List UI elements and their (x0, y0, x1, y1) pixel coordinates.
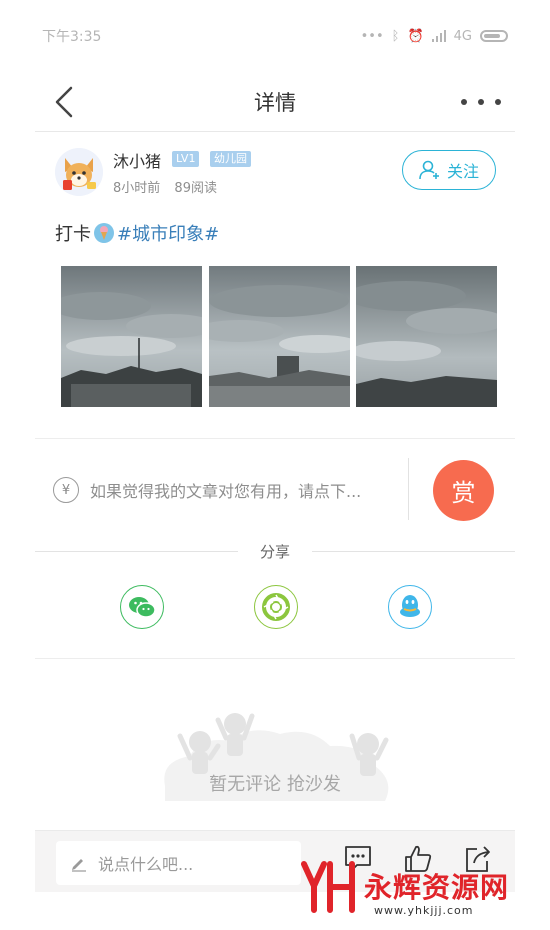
comment-input[interactable]: 说点什么吧... (56, 841, 301, 885)
city-sky-image (356, 266, 497, 407)
alarm-icon: ⏰ (407, 28, 424, 44)
status-icons: ••• ᛒ ⏰ 4G (361, 29, 508, 44)
watermark-logo-icon (301, 861, 355, 913)
post-time: 8小时前 (113, 181, 161, 196)
level-badge: LV1 (172, 151, 200, 167)
watermark: 永辉资源网 www.yhkjjj.com (300, 858, 530, 918)
watermark-url: www.yhkjjj.com (374, 904, 474, 917)
dots-icon: ••• (360, 28, 384, 44)
post-photo[interactable] (356, 266, 497, 407)
follow-button[interactable]: 关注 (402, 150, 496, 190)
share-label: 分享 (260, 542, 291, 561)
yen-icon: ¥ (53, 477, 79, 503)
section-divider (35, 658, 515, 659)
topic-hashtag[interactable]: #城市印象# (117, 220, 219, 246)
author-row: 沐小猪 LV1 幼儿园 8小时前 89阅读 关注 (55, 146, 500, 202)
signal-icon (431, 30, 446, 42)
reward-separator (408, 458, 409, 520)
icecream-emoji-icon (94, 223, 114, 243)
post-meta: 8小时前 89阅读 (113, 177, 217, 196)
status-time: 下午3:35 (42, 29, 102, 45)
share-header: 分享 (35, 538, 516, 564)
share-line-right (312, 550, 516, 552)
post-photo[interactable] (61, 266, 202, 407)
read-count: 89阅读 (174, 181, 217, 196)
post-text-prefix: 打卡 (55, 224, 91, 245)
reward-button[interactable]: 赏 (433, 460, 494, 521)
battery-icon (480, 30, 508, 42)
empty-comments: 暂无评论 抢沙发 (160, 706, 390, 816)
dog-avatar-icon (55, 148, 103, 196)
post-content: 打卡 #城市印象# (55, 220, 219, 246)
wechat-icon (129, 597, 156, 618)
network-type: 4G (453, 28, 472, 44)
status-bar: 下午3:35 ••• ᛒ ⏰ 4G (0, 0, 550, 72)
empty-comments-illustration-icon (164, 713, 389, 801)
post-photo[interactable] (208, 266, 350, 407)
nav-bar: 详情 (35, 72, 515, 132)
city-sky-image (208, 266, 350, 407)
reward-section: ¥ 如果觉得我的文章对您有用，请点下... 赏 (35, 440, 515, 540)
page-title: 详情 (254, 90, 296, 115)
section-divider (35, 438, 515, 439)
back-arrow-icon[interactable] (51, 86, 79, 118)
bluetooth-icon: ᛒ (391, 28, 400, 44)
qq-icon (400, 595, 420, 617)
avatar[interactable] (55, 148, 103, 196)
share-qq-button[interactable] (388, 585, 432, 629)
pencil-icon (72, 859, 86, 872)
share-moments-button[interactable] (254, 585, 298, 629)
share-line-left (35, 550, 238, 552)
photo-grid (61, 266, 497, 407)
more-icon[interactable] (461, 90, 501, 114)
share-wechat-button[interactable] (120, 585, 164, 629)
reward-prompt: 如果觉得我的文章对您有用，请点下... (90, 482, 362, 501)
city-sky-image (61, 266, 202, 407)
follow-label: 关注 (446, 162, 479, 181)
empty-comments-text: 暂无评论 抢沙发 (209, 774, 341, 795)
add-user-icon (419, 160, 439, 180)
group-badge: 幼儿园 (210, 151, 251, 167)
comment-placeholder: 说点什么吧... (98, 855, 194, 874)
author-name[interactable]: 沐小猪 (113, 148, 161, 172)
share-targets (120, 585, 432, 629)
moments-icon (262, 593, 290, 621)
watermark-text: 永辉资源网 (364, 871, 510, 904)
